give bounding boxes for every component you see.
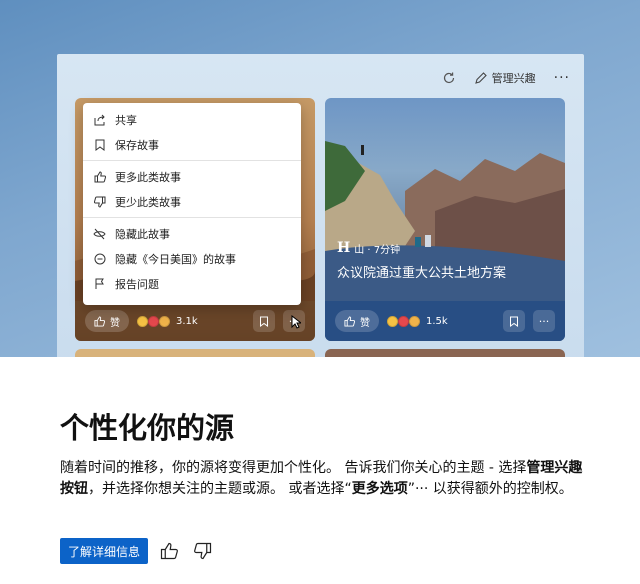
menu-item-label: 报告问题 <box>115 277 159 291</box>
minus-circle-icon <box>93 252 106 265</box>
menu-item-share[interactable]: 共享 <box>83 107 301 132</box>
info-section: 个性化你的源 随着时间的推移，你的源将变得更加个性化。 告诉我们你关心的主题 -… <box>0 357 640 584</box>
menu-item-label: 更少此类故事 <box>115 195 181 209</box>
thumbs-down-icon <box>93 195 106 208</box>
reactions: 1.5k <box>387 315 448 327</box>
card-context-menu: 共享 保存故事 更多此类故事 更少此类故事 隐藏此故事 隐藏《今日美国》的故事 … <box>83 103 301 305</box>
save-button[interactable] <box>253 310 275 332</box>
bookmark-icon <box>510 316 518 327</box>
menu-item-save-story[interactable]: 保存故事 <box>83 132 301 157</box>
emoji-like-icon <box>137 315 148 327</box>
menu-item-report-issue[interactable]: 报告问题 <box>83 271 301 296</box>
menu-item-label: 共享 <box>115 113 137 127</box>
card-footer: 赞 1.5k ··· <box>325 301 565 341</box>
like-label: 赞 <box>360 317 370 329</box>
emoji-heart-icon <box>148 315 159 327</box>
source-time: 山 · 7分钟 <box>354 244 401 256</box>
menu-item-hide-story[interactable]: 隐藏此故事 <box>83 221 301 246</box>
manage-interests-button[interactable]: 管理兴趣 <box>474 70 536 86</box>
bookmark-icon <box>93 138 106 151</box>
menu-item-hide-source[interactable]: 隐藏《今日美国》的故事 <box>83 246 301 271</box>
news-card-right[interactable]: H 山 · 7分钟 众议院通过重大公共土地方案 赞 1.5k ··· <box>325 98 565 341</box>
menu-divider <box>83 160 301 161</box>
thumbs-down-icon <box>194 542 212 560</box>
reaction-count: 1.5k <box>426 315 448 327</box>
menu-item-label: 保存故事 <box>115 138 159 152</box>
mouse-cursor-icon <box>291 315 301 329</box>
thumbs-up-icon <box>160 542 178 560</box>
page-title: 个性化你的源 <box>60 411 235 445</box>
thumbs-up-icon <box>93 170 106 183</box>
description: 随着时间的推移，你的源将变得更加个性化。 告诉我们你关心的主题 - 选择管理兴趣… <box>60 458 588 500</box>
menu-item-more-like-this[interactable]: 更多此类故事 <box>83 164 301 189</box>
thumbs-up-icon <box>344 315 355 327</box>
panel-toolbar: 管理兴趣 ··· <box>442 68 570 88</box>
menu-item-label: 隐藏此故事 <box>115 227 170 241</box>
save-button[interactable] <box>503 310 525 332</box>
bookmark-icon <box>260 316 268 327</box>
reaction-count: 3.1k <box>176 315 198 327</box>
next-card-right <box>325 349 565 357</box>
news-title[interactable]: 众议院通过重大公共土地方案 <box>337 262 506 281</box>
like-label: 赞 <box>110 317 120 329</box>
flag-icon <box>93 277 106 290</box>
not-helpful-button[interactable] <box>192 540 214 562</box>
source-logo: H <box>337 240 351 256</box>
description-text: ，并选择你想关注的主题或源。 或者选择“ <box>88 481 352 497</box>
hero-illustration: 管理兴趣 ··· 赞 3.1k H 山 · 7分钟 众议院通过重大公共土地方案 … <box>0 0 640 357</box>
refresh-icon <box>443 72 454 84</box>
description-text: 随着时间的推移，你的源将变得更加个性化。 告诉我们你关心的主题 - 选择 <box>60 460 527 476</box>
refresh-button[interactable] <box>442 71 456 85</box>
manage-interests-label: 管理兴趣 <box>491 72 536 85</box>
pencil-icon <box>474 71 487 84</box>
learn-more-button[interactable]: 了解详细信息 <box>60 538 149 564</box>
like-button[interactable]: 赞 <box>335 310 379 332</box>
like-button[interactable]: 赞 <box>85 310 129 332</box>
menu-divider <box>83 217 301 218</box>
menu-item-label: 更多此类故事 <box>115 170 181 184</box>
emoji-heart-icon <box>398 315 409 327</box>
card-footer: 赞 3.1k ··· <box>75 301 315 341</box>
description-bold-more-options: 更多选项 <box>351 481 408 497</box>
emoji-wow-icon <box>409 315 420 327</box>
description-text: ”··· 以获得额外的控制权。 <box>407 481 573 497</box>
emoji-wow-icon <box>159 315 170 327</box>
news-meta: H 山 · 7分钟 <box>337 240 400 256</box>
thumbs-up-icon <box>94 315 105 327</box>
reactions: 3.1k <box>137 315 198 327</box>
more-options-button[interactable]: ··· <box>554 70 570 86</box>
card-more-button[interactable]: ··· <box>533 310 555 332</box>
menu-item-less-like-this[interactable]: 更少此类故事 <box>83 189 301 214</box>
eye-slash-icon <box>93 227 106 240</box>
next-card-left <box>75 349 315 357</box>
share-icon <box>93 113 106 126</box>
emoji-like-icon <box>387 315 398 327</box>
helpful-button[interactable] <box>158 540 180 562</box>
menu-item-label: 隐藏《今日美国》的故事 <box>115 252 236 266</box>
